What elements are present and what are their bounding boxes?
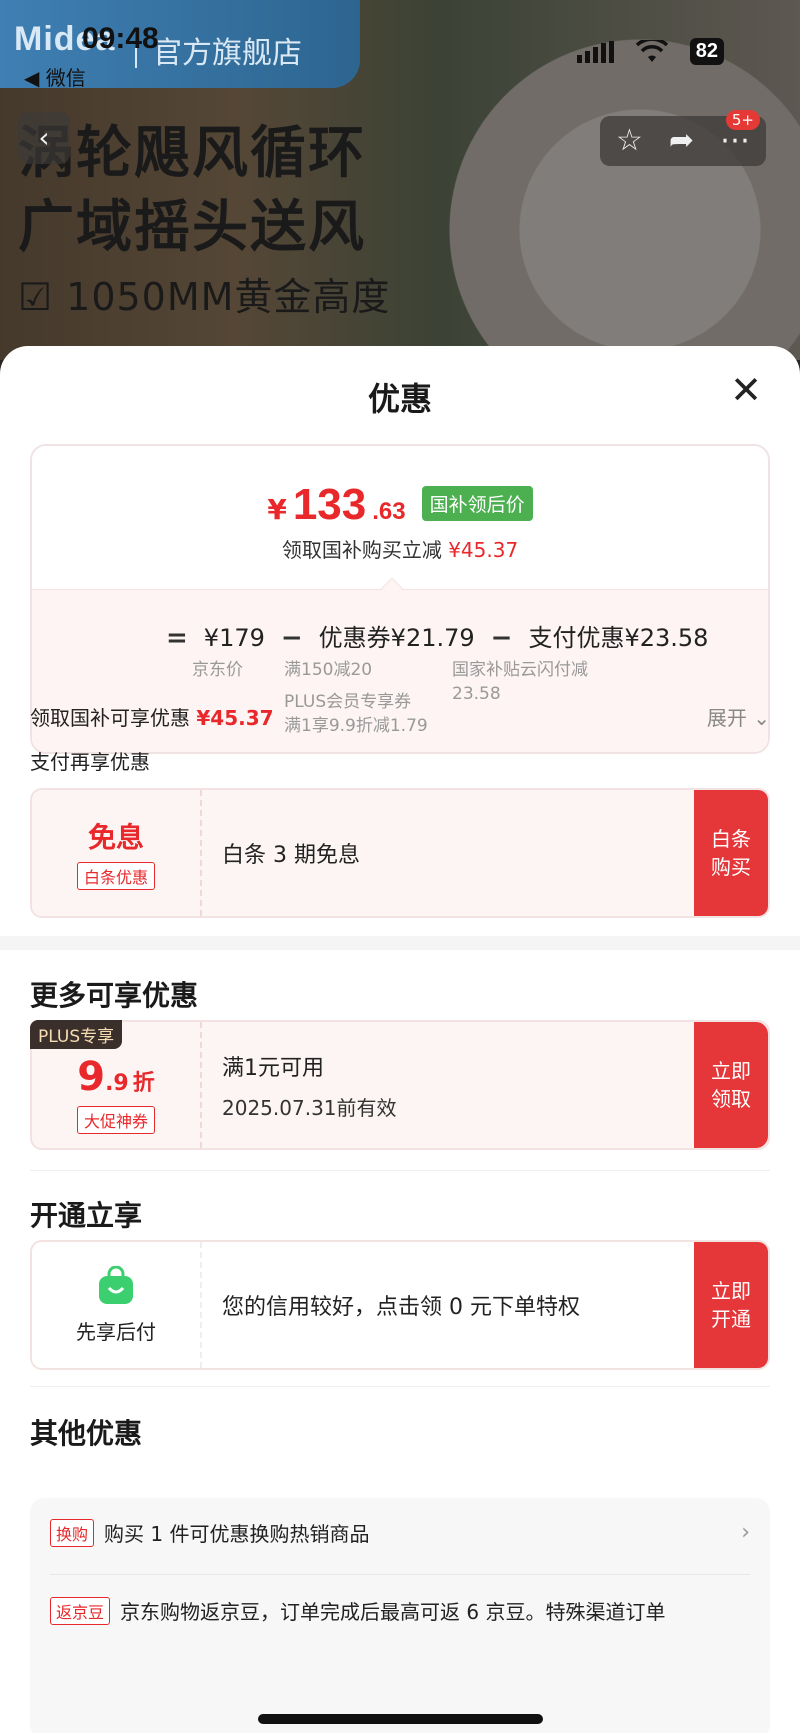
equals-sign: = <box>166 623 188 653</box>
price-decimal: .63 <box>372 498 406 525</box>
wifi-icon <box>635 39 668 62</box>
offer-tag: 返京豆 <box>50 1596 111 1625</box>
credit-offer-text: 您的信用较好，点击领 0 元下单特权 <box>222 1295 580 1320</box>
share-icon[interactable]: ➦ <box>669 126 694 156</box>
baitiao-card-text: 白条 3 期免息 <box>222 790 688 916</box>
baitiao-buy-button[interactable]: 白条 购买 <box>694 790 768 916</box>
open-line1: 立即 <box>711 1279 751 1303</box>
list-divider <box>50 1574 750 1575</box>
baitiao-card-left: 免息 白条优惠 <box>32 790 202 916</box>
pay-section-title: 支付再享优惠 <box>30 750 150 774</box>
list-item[interactable]: 返京豆 京东购物返京豆，订单完成后最高可返 6 京豆。特殊渠道订单 <box>50 1596 750 1625</box>
open-now-button[interactable]: 立即 开通 <box>694 1242 768 1368</box>
final-price-row: ¥ 133 .63 国补领后价 <box>32 480 768 530</box>
baitiao-buy-line1: 白条 <box>711 827 751 851</box>
expand-button[interactable]: 展开 ⌄ <box>707 702 770 731</box>
status-indicators: 82 <box>576 38 724 65</box>
back-button[interactable]: ‹ <box>18 112 70 164</box>
home-indicator <box>258 1714 543 1724</box>
discount-decimal: .9 <box>105 1071 129 1096</box>
baitiao-chip: 白条优惠 <box>76 862 155 890</box>
chevron-right-icon: › <box>741 1520 750 1545</box>
sheet-title: 优惠 <box>367 380 432 418</box>
plus-exclusive-tag: PLUS专享 <box>30 1020 123 1049</box>
baitiao-buy-line2: 购买 <box>711 855 751 879</box>
hero-feature: ☑ 1050MM黄金高度 <box>18 275 391 319</box>
subsidy-price-tag: 国补领后价 <box>421 486 533 521</box>
status-time: 09:48 <box>82 22 159 55</box>
offer-tag: 换购 <box>50 1518 95 1547</box>
section-divider <box>30 1386 770 1387</box>
other-section-title: 其他优惠 <box>30 1417 143 1450</box>
discount-sheet: 优惠 ✕ ¥ 133 .63 国补领后价 领取国补购买立减 ¥45.37 = ¥… <box>0 346 800 1733</box>
payment-notes: 国家补贴云闪付减 23.58 <box>452 658 588 706</box>
battery-indicator: 82 <box>689 38 724 65</box>
minus-sign: − <box>280 623 303 653</box>
offer-text: 购买 1 件可优惠换购热销商品 <box>104 1522 370 1546</box>
section-divider <box>30 1170 770 1171</box>
open-line2: 开通 <box>711 1307 751 1331</box>
coupon-note: PLUS会员专享券 <box>284 692 412 712</box>
interest-free-label: 免息 <box>87 821 144 854</box>
price-subtitle: 领取国补购买立减 ¥45.37 <box>32 534 768 563</box>
discount-value: 9.9 折 <box>77 1054 155 1100</box>
close-icon[interactable]: ✕ <box>728 371 764 409</box>
jd-price-label: 京东价 <box>192 660 243 680</box>
payment-note: 23.58 <box>452 684 501 704</box>
other-offers-list: 换购 购买 1 件可优惠换购热销商品 › 返京豆 京东购物返京豆，订单完成后最高… <box>30 1498 770 1733</box>
plus-coupon-text: 满1元可用 2025.07.31前有效 <box>222 1022 688 1148</box>
coupon-note: 满1享9.9折减1.79 <box>284 716 428 736</box>
payment-note: 国家补贴云闪付减 <box>452 660 588 680</box>
subsidy-label: 领取国补可享优惠 <box>30 706 190 730</box>
coupon-notes: 满150减20 PLUS会员专享券 满1享9.9折减1.79 <box>284 658 428 738</box>
subsidy-row: 领取国补可享优惠 ¥45.37 <box>30 702 274 731</box>
more-section-title: 更多可享优惠 <box>30 979 199 1012</box>
coupon-condition: 满1元可用 <box>222 1055 324 1081</box>
section-divider <box>0 936 800 950</box>
open-section-title: 开通立享 <box>30 1199 143 1232</box>
list-item[interactable]: 换购 购买 1 件可优惠换购热销商品 › <box>50 1518 750 1547</box>
pay-later-label: 先享后付 <box>76 1319 156 1344</box>
discount-integer: 9 <box>77 1054 106 1100</box>
installment-text: 白条 3 期免息 <box>222 843 360 868</box>
star-icon[interactable]: ☆ <box>616 126 643 156</box>
claim-line1: 立即 <box>711 1059 751 1083</box>
coupon-note: 满150减20 <box>284 660 373 680</box>
message-badge: 5+ <box>725 110 760 130</box>
plus-coupon-card: 9.9 折 大促神券 PLUS专享 满1元可用 2025.07.31前有效 立即 … <box>30 1020 770 1150</box>
signal-icon <box>576 40 614 63</box>
back-to-app-link[interactable]: ◀ 微信 <box>24 62 86 91</box>
payment-discount: 支付优惠¥23.58 <box>528 624 709 652</box>
price-integer: 133 <box>292 480 367 529</box>
store-name: 官方旗舰店 <box>152 36 302 71</box>
claim-line2: 领取 <box>711 1087 751 1111</box>
hero-headline-2: 广域摇头送风 <box>18 195 366 260</box>
price-calculation: = ¥179 − 优惠券¥21.79 − 支付优惠¥23.58 <box>160 618 708 653</box>
price-subtitle-amount: ¥45.37 <box>448 538 519 562</box>
discount-unit: 折 <box>132 1071 155 1096</box>
claim-coupon-button[interactable]: 立即 领取 <box>694 1022 768 1148</box>
pay-later-left: 先享后付 <box>32 1242 202 1368</box>
pay-later-card: 先享后付 您的信用较好，点击领 0 元下单特权 立即 开通 <box>30 1240 770 1370</box>
hero-headline-1: 涡轮飓风循环 <box>18 121 366 186</box>
minus-sign: − <box>490 623 513 653</box>
shopping-bag-icon <box>99 1265 133 1304</box>
coupon-expiry: 2025.07.31前有效 <box>222 1095 397 1120</box>
baitiao-card: 免息 白条优惠 白条 3 期免息 白条 购买 <box>30 788 770 918</box>
jd-price: ¥179 <box>203 624 265 652</box>
price-subtitle-label: 领取国补购买立减 <box>281 538 442 562</box>
more-icon[interactable]: ⋯ <box>720 126 750 156</box>
coupon-amount: 优惠券¥21.79 <box>318 624 475 652</box>
offer-text: 京东购物返京豆，订单完成后最高可返 6 京豆。特殊渠道订单 <box>120 1600 666 1624</box>
promo-chip: 大促神券 <box>76 1106 155 1134</box>
pay-later-text: 您的信用较好，点击领 0 元下单特权 <box>222 1242 688 1368</box>
currency-symbol: ¥ <box>267 493 287 526</box>
subsidy-amount: ¥45.37 <box>196 706 274 730</box>
